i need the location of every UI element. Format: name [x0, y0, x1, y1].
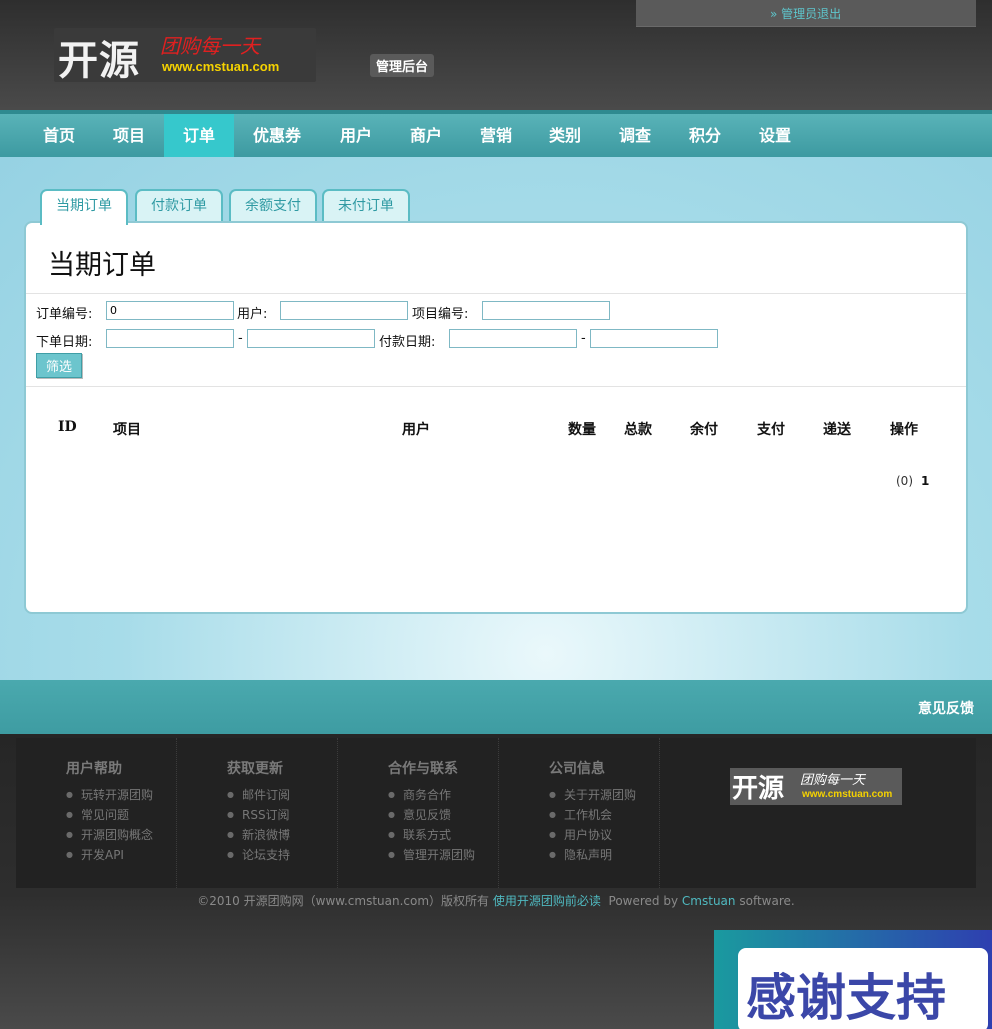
logo-script-text: 团购每一天	[160, 34, 260, 58]
logo-url-text: www.cmstuan.com	[162, 59, 280, 74]
order-date-start-input[interactable]	[106, 329, 234, 348]
order-no-label: 订单编号:	[36, 307, 93, 322]
footer-link[interactable]: 商务合作	[388, 786, 475, 806]
nav-points[interactable]: 积分	[670, 114, 740, 157]
divider	[26, 293, 966, 294]
pager-count: (0)	[896, 474, 913, 488]
nav-categories[interactable]: 类别	[530, 114, 600, 157]
site-logo[interactable]: 开源 团购每一天 www.cmstuan.com	[54, 28, 316, 84]
pay-date-label: 付款日期:	[379, 335, 436, 350]
divider	[26, 386, 966, 387]
thanks-text: 感谢支持	[746, 968, 946, 1027]
col-total: 总款	[624, 422, 652, 438]
col-project: 项目	[113, 422, 141, 438]
footer-col-updates: 获取更新 邮件订阅 RSS订阅 新浪微博 论坛支持	[177, 738, 338, 888]
col-actions: 操作	[890, 422, 918, 438]
footer-link[interactable]: 开源团购概念	[66, 826, 153, 846]
order-date-label: 下单日期:	[36, 335, 93, 350]
nav-merchants[interactable]: 商户	[391, 114, 461, 157]
page-title: 当期订单	[48, 250, 156, 281]
footer-link[interactable]: RSS订阅	[227, 806, 290, 826]
filter-button[interactable]: 筛选	[36, 353, 82, 378]
main-area: 当期订单 付款订单 余额支付 未付订单 当期订单 订单编号: 用户: 项目编号:…	[0, 157, 992, 680]
footer-col-user-help: 用户帮助 玩转开源团购 常见问题 开源团购概念 开发API	[16, 738, 177, 888]
footer-link[interactable]: 隐私声明	[549, 846, 636, 866]
project-no-label: 项目编号:	[412, 307, 469, 322]
copyright-line: ©2010 开源团购网（www.cmstuan.com）版权所有 使用开源团购前…	[0, 892, 992, 909]
pagination: (0) 1	[896, 474, 929, 488]
tab-balance-payment[interactable]: 余额支付	[229, 189, 317, 221]
col-user: 用户	[402, 422, 430, 438]
range-separator: -	[581, 331, 586, 346]
order-no-input[interactable]	[106, 301, 234, 320]
cmstuan-link[interactable]: Cmstuan	[682, 894, 736, 908]
nav-home[interactable]: 首页	[24, 114, 94, 157]
footer-link[interactable]: 常见问题	[66, 806, 153, 826]
footer-col-title: 公司信息	[549, 761, 605, 777]
user-input[interactable]	[280, 301, 408, 320]
thanks-banner-inner: 感谢支持	[738, 948, 988, 1029]
nav-projects[interactable]: 项目	[94, 114, 164, 157]
feedback-bar: 意见反馈	[0, 680, 992, 734]
footer-link[interactable]: 新浪微博	[227, 826, 290, 846]
read-before-use-link[interactable]: 使用开源团购前必读	[493, 894, 601, 908]
footer-col-contact: 合作与联系 商务合作 意见反馈 联系方式 管理开源团购	[338, 738, 499, 888]
col-quantity: 数量	[568, 422, 596, 438]
footer-link[interactable]: 管理开源团购	[388, 846, 475, 866]
order-date-end-input[interactable]	[247, 329, 375, 348]
feedback-link[interactable]: 意见反馈	[918, 698, 974, 718]
tab-unpaid-orders[interactable]: 未付订单	[322, 189, 410, 221]
footer-link[interactable]: 用户协议	[549, 826, 636, 846]
col-delivery: 递送	[823, 422, 851, 438]
footer-link[interactable]: 关于开源团购	[549, 786, 636, 806]
footer-link[interactable]: 邮件订阅	[227, 786, 290, 806]
col-payment: 支付	[757, 422, 785, 438]
header: » 管理员退出 开源 团购每一天 www.cmstuan.com 管理后台	[0, 0, 992, 110]
footer-logo-url-text: www.cmstuan.com	[802, 789, 893, 800]
admin-logout-link[interactable]: » 管理员退出	[770, 5, 841, 22]
footer-col-company: 公司信息 关于开源团购 工作机会 用户协议 隐私声明	[499, 738, 660, 888]
orders-panel: 当期订单 订单编号: 用户: 项目编号: 下单日期: - 付款日期: - 筛选 …	[24, 221, 968, 614]
footer-link[interactable]: 论坛支持	[227, 846, 290, 866]
nav-surveys[interactable]: 调查	[600, 114, 670, 157]
footer-link[interactable]: 意见反馈	[388, 806, 475, 826]
footer-col-title: 用户帮助	[66, 761, 122, 777]
footer-logo-script-text: 团购每一天	[800, 773, 866, 788]
main-nav: 首页 项目 订单 优惠券 用户 商户 营销 类别 调查 积分 设置	[0, 110, 992, 157]
footer-link[interactable]: 工作机会	[549, 806, 636, 826]
software-text: software.	[739, 894, 795, 908]
nav-users[interactable]: 用户	[321, 114, 391, 157]
footer-link[interactable]: 玩转开源团购	[66, 786, 153, 806]
nav-orders[interactable]: 订单	[164, 114, 234, 157]
user-label: 用户:	[237, 307, 268, 322]
footer-link[interactable]: 联系方式	[388, 826, 475, 846]
nav-coupons[interactable]: 优惠券	[242, 114, 312, 157]
pager-page-1[interactable]: 1	[921, 474, 929, 488]
footer-logo[interactable]: 开源 团购每一天 www.cmstuan.com	[730, 768, 902, 805]
tab-paid-orders[interactable]: 付款订单	[135, 189, 223, 221]
project-no-input[interactable]	[482, 301, 610, 320]
range-separator: -	[238, 331, 243, 346]
logout-bar: » 管理员退出	[636, 0, 976, 27]
footer-col-title: 合作与联系	[388, 761, 458, 777]
logo-main-text: 开源	[58, 37, 140, 84]
footer-col-title: 获取更新	[227, 761, 283, 777]
nav-settings[interactable]: 设置	[740, 114, 810, 157]
admin-console-badge: 管理后台	[370, 54, 435, 77]
powered-by-text: Powered by	[608, 894, 679, 908]
col-id: ID	[58, 419, 77, 435]
copyright-text: ©2010 开源团购网（www.cmstuan.com）版权所有	[197, 894, 490, 908]
pay-date-end-input[interactable]	[590, 329, 718, 348]
tab-current-orders[interactable]: 当期订单	[40, 189, 128, 225]
footer-links: 用户帮助 玩转开源团购 常见问题 开源团购概念 开发API 获取更新 邮件订阅 …	[16, 738, 976, 888]
nav-marketing[interactable]: 营销	[461, 114, 531, 157]
col-balance: 余付	[690, 422, 718, 438]
thanks-banner[interactable]: 感谢支持	[714, 930, 992, 1029]
footer-logo-main-text: 开源	[732, 774, 785, 804]
pay-date-start-input[interactable]	[449, 329, 577, 348]
footer-link[interactable]: 开发API	[66, 846, 153, 866]
